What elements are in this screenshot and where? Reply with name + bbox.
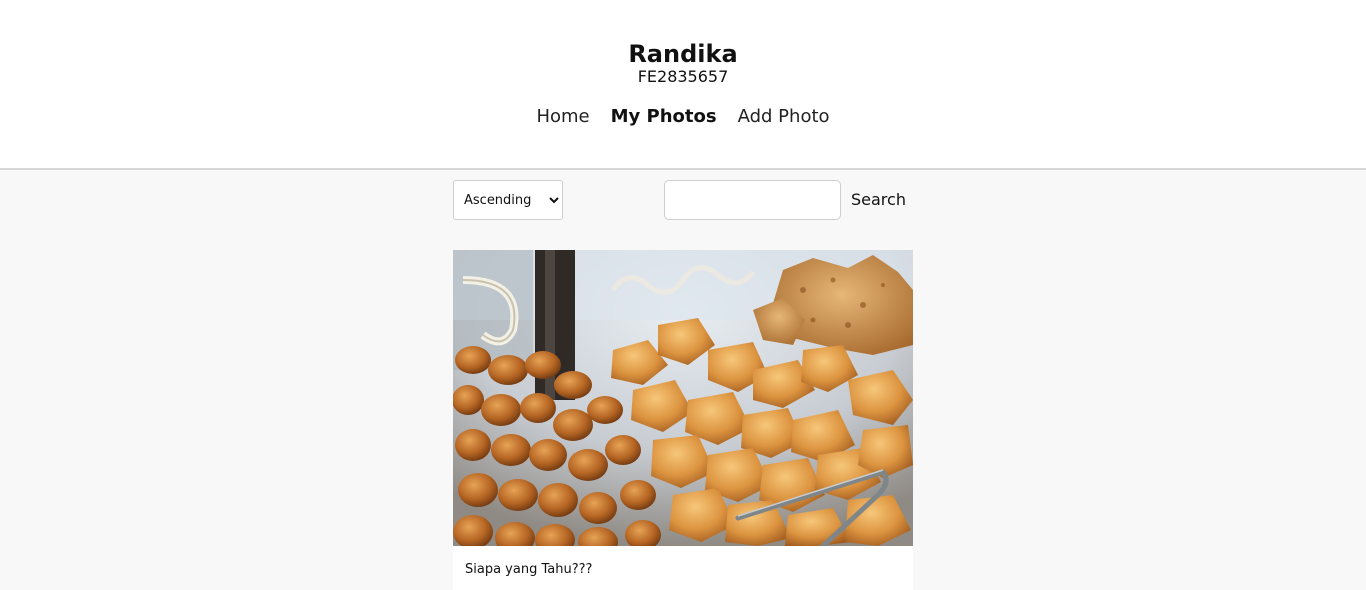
main-nav: Home My Photos Add Photo bbox=[0, 105, 1366, 129]
search-button[interactable]: Search bbox=[851, 180, 906, 220]
sort-order-select[interactable]: Ascending bbox=[453, 180, 563, 220]
photo-image[interactable] bbox=[453, 250, 913, 546]
photo-card[interactable]: Siapa yang Tahu??? bbox=[453, 250, 913, 590]
profile-name: Randika bbox=[628, 40, 738, 68]
nav-add-photo-link[interactable]: Add Photo bbox=[738, 105, 830, 129]
photo-toolbar: Ascending Search bbox=[453, 180, 913, 220]
profile-id: FE2835657 bbox=[637, 67, 729, 86]
fried-food-photo bbox=[453, 250, 913, 546]
site-header: Randika FE2835657 Home My Photos Add Pho… bbox=[0, 0, 1366, 170]
nav-home-link[interactable]: Home bbox=[536, 105, 589, 129]
search-input[interactable] bbox=[664, 180, 841, 220]
nav-my-photos-link[interactable]: My Photos bbox=[611, 105, 717, 129]
